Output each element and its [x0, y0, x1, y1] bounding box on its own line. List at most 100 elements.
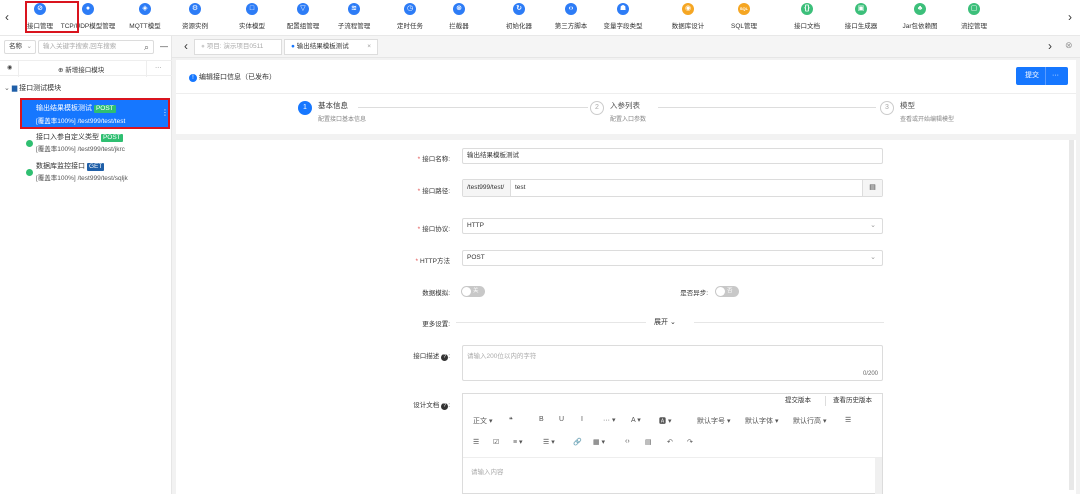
more-icon[interactable]: ··· [155, 64, 162, 71]
nav-item-interceptor[interactable]: ⊗ 拦截器 [429, 3, 489, 30]
toolbar-button[interactable]: ↷ [687, 438, 693, 446]
main-area: ‹ ● 项目: 演示项目0511 ● 输出结果模板测试 × › ⊗ ! 编辑接口… [172, 36, 1080, 494]
editor-toolbar-row2: ☰ ☑ ≡ ▾ ☰ ▾ 🔗 ▦ ▾ ‹› ▤ ↶ ↷ [469, 438, 881, 452]
method-badge: GET [86, 163, 105, 171]
toolbar-button[interactable]: ❝ [509, 416, 513, 424]
view-history-button[interactable]: 查看历史版本 [833, 394, 872, 408]
step-number: 3 [880, 101, 894, 115]
interceptor-icon: ⊗ [453, 3, 465, 15]
close-icon[interactable]: × [367, 40, 371, 54]
content-placeholder: 请输入内容 [471, 469, 504, 476]
toolbar-button[interactable]: ☑ [493, 438, 499, 446]
nav-item-database[interactable]: ◉ 数据库设计 [658, 3, 718, 30]
toolbar-button[interactable]: 🔗 [573, 438, 582, 446]
interface-path: /test999/test/jkrc [77, 146, 125, 153]
nav-item-subflow[interactable]: ≋ 子流程管理 [324, 3, 384, 30]
eye-icon[interactable]: ◉ [7, 64, 12, 71]
toolbar-button[interactable]: ☰ [845, 416, 851, 424]
list-item[interactable]: 数据库监控接口 GET [覆盖率100%] /test999/test/sqlj… [22, 161, 170, 189]
name-label: * 接口名称: [417, 156, 450, 163]
module-tree-node[interactable]: ⌄ ▆ 接口测试模块 [4, 83, 61, 93]
nav-item-generator[interactable]: ▣ 接口生成器 [831, 3, 891, 30]
nav-item-flow-control[interactable]: ▢ 流控管理 [944, 3, 1004, 30]
kebab-menu-icon[interactable]: ⋮ [161, 108, 169, 117]
copy-icon[interactable]: ▤ [862, 180, 882, 196]
search-type-select[interactable]: 名称 ⌄ [4, 40, 36, 54]
toolbar-button[interactable]: B [539, 416, 544, 423]
submit-version-button[interactable]: 提交版本 [785, 394, 811, 408]
nav-label: 子流程管理 [337, 23, 371, 30]
nav-item-jar[interactable]: ♣ Jar包依赖图 [890, 3, 950, 30]
tab-next-icon[interactable]: › [1048, 39, 1052, 53]
toolbar-button[interactable]: 默认字体 ▾ [745, 416, 778, 426]
step-desc: 配置接口基本信息 [318, 117, 367, 123]
search-icon[interactable]: ⌕ [144, 41, 149, 53]
active-nav-highlight [25, 1, 79, 33]
toolbar-button[interactable]: ≡ ▾ [513, 438, 523, 446]
toolbar-button[interactable]: ··· ▾ [603, 416, 615, 424]
config-icon: ▽ [297, 3, 309, 15]
nav-item-init[interactable]: ↻ 初始化器 [489, 3, 549, 30]
tab-project[interactable]: ● 项目: 演示项目0511 [194, 39, 282, 55]
tab-active-interface[interactable]: ● 输出结果模板测试 × [284, 39, 378, 55]
step-number: 2 [590, 101, 604, 115]
toolbar-button[interactable]: A ▾ [631, 416, 641, 424]
editor-scrollbar[interactable] [875, 458, 882, 494]
mock-label: 数据模拟: [422, 290, 450, 297]
path-value: test [515, 184, 526, 191]
tab-prev-icon[interactable]: ‹ [184, 39, 188, 53]
steps-bar: 1 基本信息 配置接口基本信息 2 入参列表 配置入口参数 3 模型 查看或开始… [298, 100, 954, 130]
method-badge: POST [100, 134, 123, 142]
interface-path: /test999/test/test [77, 118, 126, 125]
submit-button[interactable]: 提交 ··· [1016, 67, 1068, 85]
nav-item-variable[interactable]: ☗ 变量字段类型 [593, 3, 653, 30]
protocol-select[interactable]: HTTP ⌄ [462, 218, 883, 234]
mock-toggle[interactable]: 关 [461, 286, 485, 297]
help-icon[interactable]: ? [441, 354, 449, 361]
toolbar-button[interactable]: U [559, 416, 564, 423]
path-prefix: /test999/test/ [463, 180, 511, 196]
toolbar-button[interactable]: 正文 ▾ [473, 416, 492, 426]
method-badge: POST [93, 105, 116, 113]
help-icon[interactable]: ? [441, 403, 449, 410]
search-input[interactable]: 输入关键字搜索,回车搜索 ⌕ [38, 40, 154, 54]
toolbar-button[interactable]: ☰ ▾ [543, 438, 555, 446]
description-label: 接口描述?: [413, 353, 450, 361]
jar-icon: ♣ [914, 3, 926, 15]
nav-item-script[interactable]: ‹› 第三方脚本 [541, 3, 601, 30]
interface-name: 输出结果模板测试 [36, 105, 92, 112]
doc-icon: {} [801, 3, 813, 15]
toolbar-button[interactable]: ☰ [473, 438, 479, 446]
http-method-label: * HTTP方法 [415, 258, 450, 265]
coverage-text: [覆盖率100%] [36, 175, 76, 182]
toolbar-button[interactable]: ‹› [625, 438, 630, 445]
edit-status: ! 编辑接口信息（已发布） [189, 72, 276, 82]
toolbar-button[interactable]: 默认字号 ▾ [697, 416, 730, 426]
toolbar-button[interactable]: ▤ [645, 438, 652, 446]
http-method-select[interactable]: POST ⌄ [462, 250, 883, 266]
toolbar-button[interactable]: ↶ [667, 438, 673, 446]
nav-item-resource[interactable]: ⚙ 资源实例 [165, 3, 225, 30]
collapse-icon[interactable]: — [160, 42, 168, 51]
toolbar-button[interactable]: 🅰 ▾ [659, 416, 671, 426]
list-item[interactable]: 接口入参自定义类型 POST [覆盖率100%] /test999/test/j… [22, 132, 170, 160]
search-placeholder: 输入关键字搜索,回车搜索 [43, 43, 117, 50]
nav-item-doc[interactable]: {} 接口文档 [777, 3, 837, 30]
toolbar-button[interactable]: 默认行高 ▾ [793, 416, 826, 426]
nav-item-sql[interactable]: SQL SQL管理 [714, 3, 774, 30]
path-input[interactable]: /test999/test/ test ▤ [462, 179, 883, 197]
more-icon[interactable]: ··· [1052, 67, 1059, 85]
close-all-icon[interactable]: ⊗ [1065, 40, 1073, 51]
add-module-button[interactable]: ⊕ 新增接口模块 [58, 64, 104, 74]
toolbar-button[interactable]: I [581, 416, 583, 423]
expand-button[interactable]: 展开 ⌄ [654, 317, 676, 327]
async-toggle[interactable]: 否 [715, 286, 739, 297]
toolbar-button[interactable]: ▦ ▾ [593, 438, 605, 446]
name-input[interactable]: 输出结果模板测试 [462, 148, 883, 164]
nav-prev-icon[interactable]: ‹ [5, 10, 9, 24]
description-textarea[interactable]: 请输入200位以内的字符 0/200 [462, 345, 883, 381]
panel-scrollbar[interactable] [1069, 140, 1074, 490]
list-item[interactable]: 输出结果模板测试 POST [覆盖率100%] /test999/test/te… [20, 98, 170, 129]
top-nav-bar: ‹ ⊘ 接口管理 ● TCP/UDP模型管理 ◈ MQTT模型 ⚙ 资源实例 □ 实体模型 ▽ 配置组… [0, 0, 1080, 36]
nav-next-icon[interactable]: › [1068, 10, 1072, 24]
